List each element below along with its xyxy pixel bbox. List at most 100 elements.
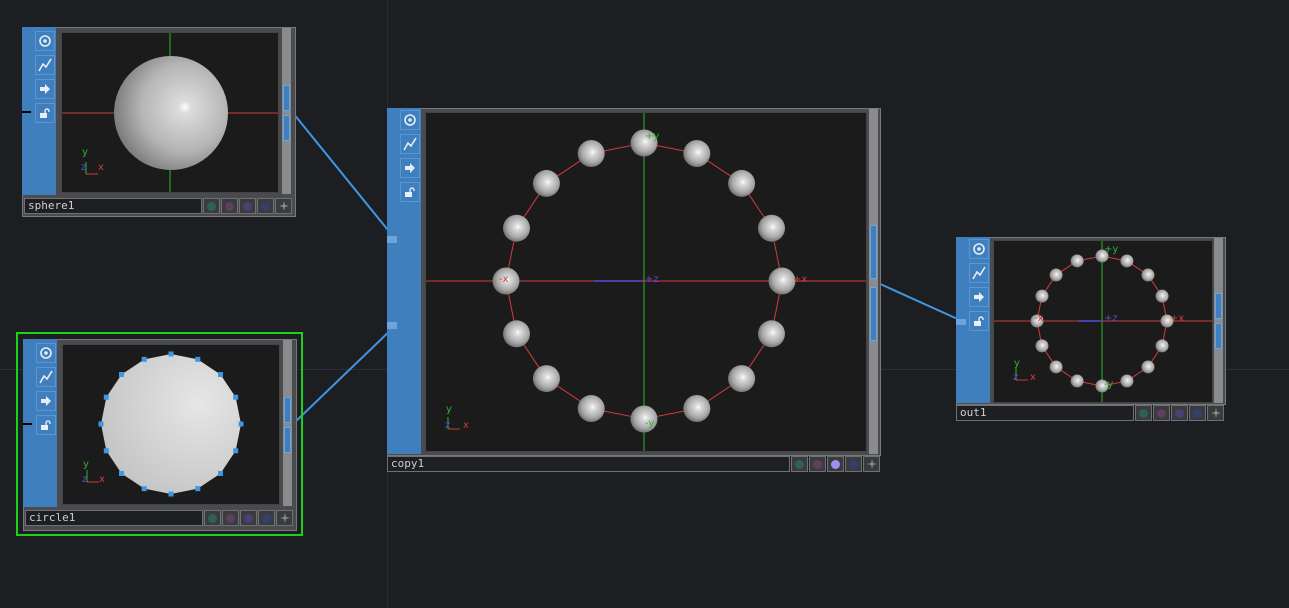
star-icon[interactable] [276,510,293,526]
display-icon[interactable] [400,110,420,130]
flag-button[interactable] [221,198,238,214]
lock-icon[interactable] [36,415,56,435]
output-strip[interactable] [1214,238,1223,403]
sphere-copy [1035,339,1049,353]
node-copy1[interactable]: +y -y +x -x +z y z x copy1 [387,108,881,474]
wave-icon[interactable] [400,134,420,154]
node-name-field[interactable]: circle1 [25,510,203,526]
star-icon[interactable] [275,198,292,214]
flag-button[interactable] [258,510,275,526]
sphere-copy [683,140,711,168]
circle-point [141,356,147,362]
viewer-copy1[interactable]: +y -y +x -x +z y z x [425,112,867,452]
sphere-copy [683,394,711,422]
sphere-copy [1120,374,1134,388]
flag-button[interactable] [791,456,808,472]
output-tab[interactable] [283,115,290,141]
arrow-right-icon[interactable] [36,391,56,411]
lock-icon[interactable] [35,103,55,123]
node-name-field[interactable]: out1 [956,405,1134,421]
axis-label-x: x [99,474,105,485]
flag-button[interactable] [1153,405,1170,421]
input-connector[interactable] [956,319,966,325]
input-connector[interactable] [23,423,32,425]
output-strip[interactable] [869,109,878,454]
sphere-copy [577,140,605,168]
sphere-copy [757,320,785,348]
axis-label-z: z [81,162,87,173]
flag-button[interactable] [827,456,844,472]
output-tab[interactable] [870,225,877,279]
arrow-right-icon[interactable] [969,287,989,307]
flag-button[interactable] [809,456,826,472]
circle-point [195,356,201,362]
node-name-field[interactable]: copy1 [387,456,790,472]
flag-button[interactable] [1135,405,1152,421]
flag-button[interactable] [1171,405,1188,421]
display-icon[interactable] [36,343,56,363]
flag-button[interactable] [845,456,862,472]
viewer-circle1[interactable]: y z x [62,344,280,505]
output-tab[interactable] [870,287,877,341]
circle-point [195,486,201,492]
output-tab[interactable] [1215,323,1222,349]
axis-label-pos-x: +x [1170,313,1185,324]
node-flags [203,510,293,526]
lock-icon[interactable] [969,311,989,331]
arrow-right-icon[interactable] [400,158,420,178]
flag-button[interactable] [204,510,221,526]
wave-icon[interactable] [36,367,56,387]
flag-button[interactable] [1189,405,1206,421]
sphere-copy [503,214,531,242]
sphere-copy [728,365,756,393]
flag-button[interactable] [203,198,220,214]
input-connector[interactable] [387,236,397,243]
axis-label-pos-z: +z [645,274,659,285]
circle-point [233,448,239,454]
axis-label-z: z [1013,372,1019,383]
flag-button[interactable] [222,510,239,526]
viewer-button-column [35,339,57,507]
display-icon[interactable] [35,31,55,51]
star-icon[interactable] [1207,405,1224,421]
input-connector[interactable] [22,111,31,113]
output-strip[interactable] [282,28,291,194]
axis-label-y: y [446,404,452,415]
axis-label-pos-y: +y [1104,244,1119,255]
node-out1[interactable]: +y -y +x -x +z y z x out1 [956,237,1226,423]
axis-label-y: y [83,459,89,470]
axis-label-neg-y: -y [1104,379,1114,390]
output-strip[interactable] [283,340,292,506]
axis-label-neg-x: -x [499,274,509,285]
sphere-copy [1049,268,1063,282]
sphere-copy [1070,254,1084,268]
axis-label-pos-y: +y [645,131,660,142]
output-tab[interactable] [283,85,290,111]
circle-point [119,372,125,378]
input-connector[interactable] [387,322,397,329]
node-name-field[interactable]: sphere1 [24,198,202,214]
node-circle1[interactable]: y z x circle1 [23,339,297,531]
sphere-copy [768,267,796,295]
display-icon[interactable] [969,239,989,259]
wave-icon[interactable] [35,55,55,75]
wave-icon[interactable] [969,263,989,283]
viewer-sphere1[interactable]: y z x [61,32,279,193]
arrow-right-icon[interactable] [35,79,55,99]
sphere-copy [1049,360,1063,374]
output-tab[interactable] [284,427,291,453]
star-icon[interactable] [863,456,880,472]
wire-sphere1-copy1 [292,112,397,241]
output-tab[interactable] [284,397,291,423]
axis-label-z: z [82,474,88,485]
output-tab[interactable] [1215,293,1222,319]
flag-button[interactable] [239,198,256,214]
viewer-button-column [399,108,421,454]
flag-button[interactable] [257,198,274,214]
node-sphere1[interactable]: y z x sphere1 [22,27,296,217]
viewer-button-column [34,27,56,195]
sphere-copy [1035,289,1049,303]
viewer-out1[interactable]: +y -y +x -x +z y z x [993,240,1213,403]
flag-button[interactable] [240,510,257,526]
lock-icon[interactable] [400,182,420,202]
